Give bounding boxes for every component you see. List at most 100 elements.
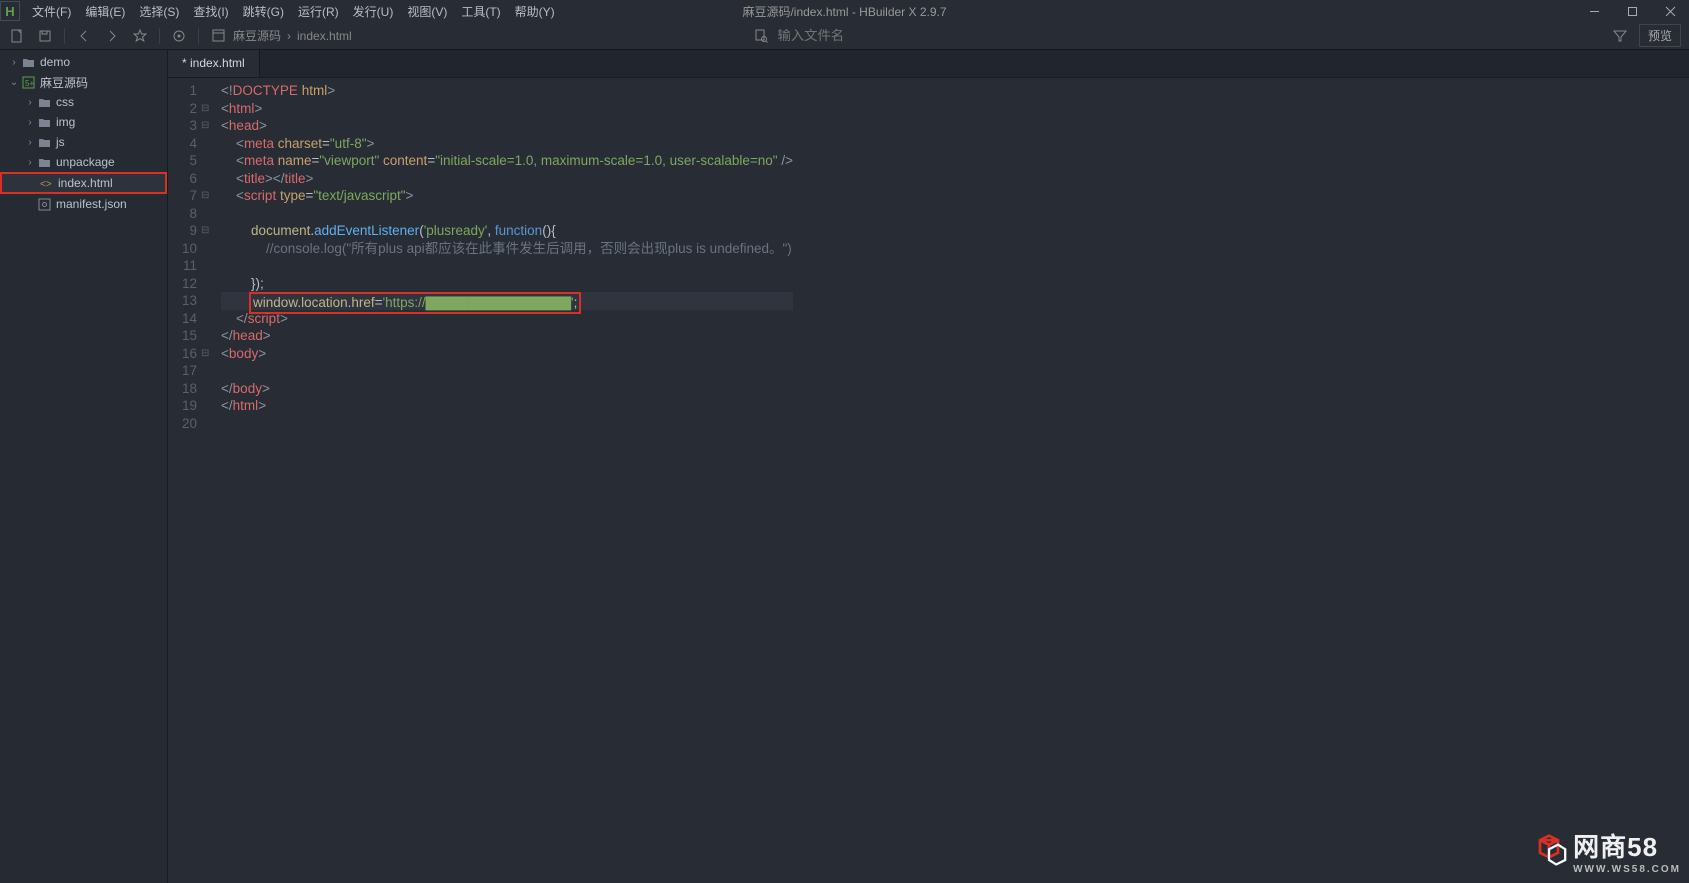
code-line[interactable]: //console.log("所有plus api都应该在此事件发生后调用，否则… bbox=[221, 240, 793, 258]
breadcrumb-file[interactable]: index.html bbox=[297, 29, 352, 43]
minimize-button[interactable] bbox=[1575, 0, 1613, 22]
star-icon[interactable] bbox=[131, 27, 149, 45]
window-title: 麻豆源码/index.html - HBuilder X 2.9.7 bbox=[742, 3, 946, 20]
watermark-text: 网商58 bbox=[1573, 827, 1681, 864]
file-search-icon[interactable] bbox=[752, 27, 770, 45]
folder-icon bbox=[36, 117, 52, 128]
breadcrumb: 麻豆源码 › index.html bbox=[209, 27, 352, 45]
menu-item[interactable]: 视图(V) bbox=[401, 0, 453, 23]
tree-label: 麻豆源码 bbox=[40, 74, 88, 91]
line-number: 3⊟ bbox=[182, 117, 209, 135]
watermark-sub: WWW.WS58.COM bbox=[1573, 864, 1681, 875]
tree-item-demo[interactable]: ›demo bbox=[0, 52, 167, 72]
app-logo: H bbox=[0, 1, 20, 21]
code-line[interactable]: </head> bbox=[221, 327, 793, 345]
code-line[interactable]: document.addEventListener('plusready', f… bbox=[221, 222, 793, 240]
filter-icon[interactable] bbox=[1611, 27, 1629, 45]
tree-label: js bbox=[56, 135, 65, 149]
line-number: 18 bbox=[182, 380, 209, 398]
folder-icon bbox=[36, 157, 52, 168]
maximize-button[interactable] bbox=[1613, 0, 1651, 22]
code-line[interactable]: }); bbox=[221, 275, 793, 293]
save-icon[interactable] bbox=[36, 27, 54, 45]
cube-icon bbox=[1531, 833, 1567, 869]
tree-label: demo bbox=[40, 55, 70, 69]
code-line[interactable]: </body> bbox=[221, 380, 793, 398]
back-icon[interactable] bbox=[75, 27, 93, 45]
gutter: 12⊟3⊟4567⊟89⊟10111213141516⊟17181920 bbox=[168, 78, 215, 883]
code-line[interactable] bbox=[221, 415, 793, 433]
line-number: 19 bbox=[182, 397, 209, 415]
tree-label: unpackage bbox=[56, 155, 115, 169]
new-file-icon[interactable] bbox=[8, 27, 26, 45]
separator bbox=[159, 28, 160, 44]
line-number: 5 bbox=[182, 152, 209, 170]
code-line[interactable]: <meta charset="utf-8"> bbox=[221, 135, 793, 153]
svg-text:5+: 5+ bbox=[25, 79, 34, 88]
code-area[interactable]: 12⊟3⊟4567⊟89⊟10111213141516⊟17181920 <!D… bbox=[168, 78, 1689, 883]
code-line[interactable]: <body> bbox=[221, 345, 793, 363]
chevron-icon: › bbox=[24, 157, 36, 168]
line-number: 16⊟ bbox=[182, 345, 209, 363]
code-line[interactable]: window.location.href='https://▇▇▇▇▇▇▇▇▇▇… bbox=[221, 292, 793, 310]
window-controls bbox=[1575, 0, 1689, 22]
menu-item[interactable]: 文件(F) bbox=[26, 0, 77, 23]
tab-index-html[interactable]: * index.html bbox=[168, 49, 260, 77]
preview-button[interactable]: 预览 bbox=[1639, 24, 1681, 47]
close-button[interactable] bbox=[1651, 0, 1689, 22]
chevron-icon: › bbox=[24, 97, 36, 108]
chevron-icon: › bbox=[24, 137, 36, 148]
folder-icon bbox=[36, 97, 52, 108]
code-line[interactable]: <script type="text/javascript"> bbox=[221, 187, 793, 205]
code-line[interactable]: <!DOCTYPE html> bbox=[221, 82, 793, 100]
code-line[interactable] bbox=[221, 205, 793, 223]
line-number: 11 bbox=[182, 257, 209, 275]
code[interactable]: <!DOCTYPE html><html><head> <meta charse… bbox=[215, 78, 793, 883]
line-number: 14 bbox=[182, 310, 209, 328]
breadcrumb-root[interactable]: 麻豆源码 bbox=[233, 27, 281, 44]
file-search-input[interactable] bbox=[778, 28, 938, 43]
editor: * index.html 12⊟3⊟4567⊟89⊟10111213141516… bbox=[168, 50, 1689, 883]
svg-text:<>: <> bbox=[40, 179, 52, 189]
toolbar: 麻豆源码 › index.html 预览 bbox=[0, 22, 1689, 50]
line-number: 20 bbox=[182, 415, 209, 433]
menu-item[interactable]: 选择(S) bbox=[133, 0, 185, 23]
tree-item-manifest-json[interactable]: manifest.json bbox=[0, 194, 167, 214]
menu-item[interactable]: 工具(T) bbox=[455, 0, 506, 23]
code-line[interactable] bbox=[221, 257, 793, 275]
tree-item-麻豆源码[interactable]: ⌄5+麻豆源码 bbox=[0, 72, 167, 92]
tree-item-img[interactable]: ›img bbox=[0, 112, 167, 132]
menu-item[interactable]: 发行(U) bbox=[347, 0, 400, 23]
file-tree[interactable]: ›demo⌄5+麻豆源码›css›img›js›unpackage<>index… bbox=[0, 50, 168, 883]
line-number: 9⊟ bbox=[182, 222, 209, 240]
app-icon bbox=[209, 27, 227, 45]
menu-item[interactable]: 跳转(G) bbox=[237, 0, 290, 23]
menu-item[interactable]: 运行(R) bbox=[292, 0, 345, 23]
chevron-right-icon: › bbox=[287, 29, 291, 43]
code-line[interactable] bbox=[221, 362, 793, 380]
menu-item[interactable]: 帮助(Y) bbox=[509, 0, 561, 23]
line-number: 17 bbox=[182, 362, 209, 380]
tree-item-index-html[interactable]: <>index.html bbox=[0, 172, 167, 194]
highlight-box: window.location.href='https://▇▇▇▇▇▇▇▇▇▇… bbox=[249, 292, 581, 314]
forward-icon[interactable] bbox=[103, 27, 121, 45]
folder-icon bbox=[20, 57, 36, 68]
code-line[interactable]: <html> bbox=[221, 100, 793, 118]
menu-item[interactable]: 查找(I) bbox=[187, 0, 234, 23]
code-line[interactable]: <title></title> bbox=[221, 170, 793, 188]
line-number: 15 bbox=[182, 327, 209, 345]
line-number: 1 bbox=[182, 82, 209, 100]
code-icon: <> bbox=[38, 178, 54, 189]
tab-label: * index.html bbox=[182, 56, 245, 70]
menu-item[interactable]: 编辑(E) bbox=[79, 0, 131, 23]
code-line[interactable]: </html> bbox=[221, 397, 793, 415]
watermark: 网商58 WWW.WS58.COM bbox=[1531, 827, 1681, 875]
tree-item-css[interactable]: ›css bbox=[0, 92, 167, 112]
target-icon[interactable] bbox=[170, 27, 188, 45]
tree-item-js[interactable]: › js bbox=[0, 132, 167, 152]
tree-item-unpackage[interactable]: › unpackage bbox=[0, 152, 167, 172]
line-number: 4 bbox=[182, 135, 209, 153]
folder-icon bbox=[36, 137, 52, 148]
code-line[interactable]: <head> bbox=[221, 117, 793, 135]
code-line[interactable]: <meta name="viewport" content="initial-s… bbox=[221, 152, 793, 170]
